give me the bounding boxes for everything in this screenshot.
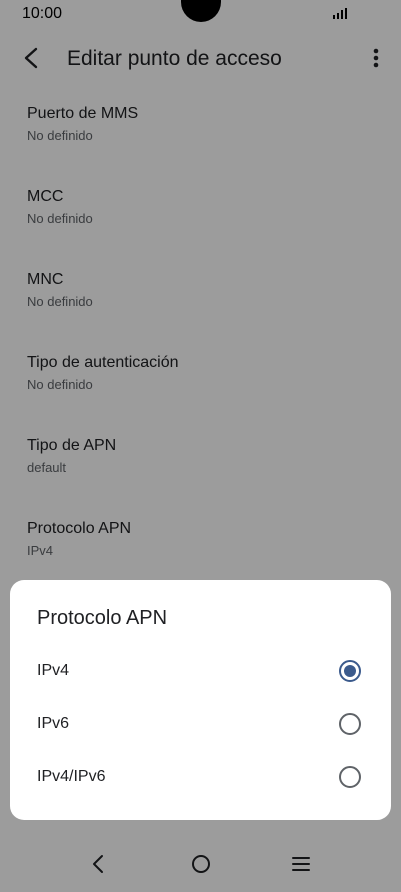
option-label: IPv4 (37, 662, 70, 679)
radio-selected-icon[interactable] (339, 660, 361, 682)
option-label: IPv4/IPv6 (37, 768, 106, 785)
radio-unselected-icon[interactable] (339, 766, 361, 788)
dialog-title: Protocolo APN (37, 607, 168, 629)
option-label: IPv6 (37, 715, 70, 732)
option-ipv4[interactable]: IPv4 (10, 646, 391, 698)
radio-unselected-icon[interactable] (339, 713, 361, 735)
option-ipv4-ipv6[interactable]: IPv4/IPv6 (10, 752, 391, 804)
apn-protocol-dialog: Protocolo APN IPv4 IPv6 IPv4/IPv6 (10, 580, 391, 820)
screen: 10:00 100 Editar punto de acceso Puerto … (0, 0, 401, 892)
option-ipv6[interactable]: IPv6 (10, 699, 391, 751)
